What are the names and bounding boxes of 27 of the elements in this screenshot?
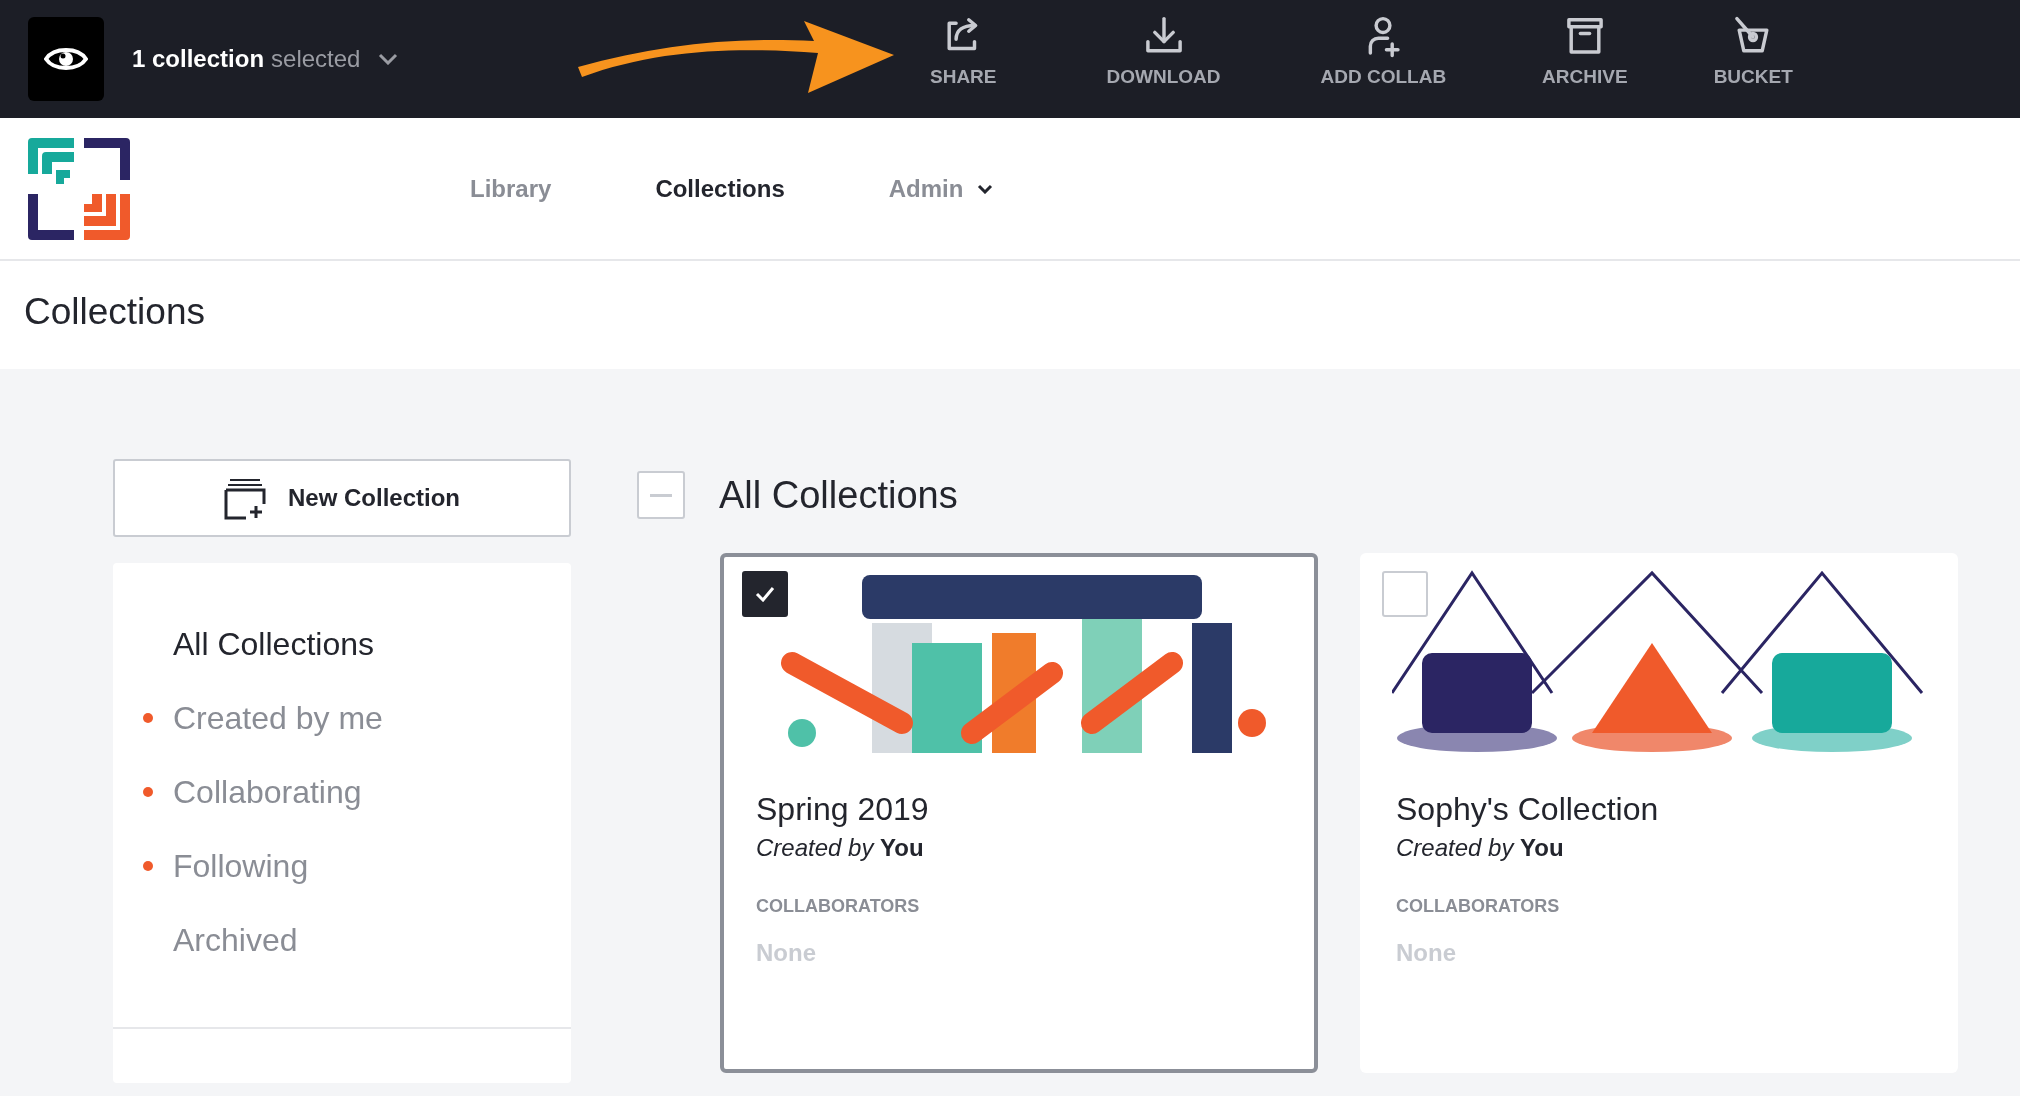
created-by-text: Created by You <box>1396 834 1565 862</box>
logo-icon[interactable] <box>28 137 130 240</box>
page-title: Collections <box>24 291 206 333</box>
new-collection-icon <box>224 476 266 520</box>
chevron-down-icon[interactable] <box>378 53 399 65</box>
selection-count: 1 collection <box>132 45 265 73</box>
chevron-down-icon <box>977 183 994 194</box>
collaborators-label: COLLABORATORS <box>1396 896 1561 917</box>
created-by-text: Created by You <box>756 834 925 862</box>
nav-tab[interactable]: Collections <box>655 174 785 203</box>
section-title: All Collections <box>719 473 958 517</box>
new-collection-button[interactable]: New Collection <box>113 459 571 537</box>
add-collab-button[interactable]: ADD COLLAB <box>1320 14 1447 88</box>
card-checkbox[interactable] <box>742 571 788 617</box>
collection-title: Spring 2019 <box>756 791 930 828</box>
sidebar-item[interactable]: All Collections <box>113 607 571 681</box>
download-button[interactable]: DOWNLOAD <box>1106 14 1221 88</box>
collection-title: Sophy's Collection <box>1396 791 1660 828</box>
bucket-button[interactable]: BUCKET <box>1713 14 1793 88</box>
eye-icon[interactable] <box>28 17 104 101</box>
check-icon <box>755 586 775 602</box>
collaborators-label: COLLABORATORS <box>756 896 921 917</box>
selection-suffix: selected <box>271 45 361 73</box>
select-all-checkbox[interactable] <box>637 471 685 519</box>
minus-icon <box>650 493 672 497</box>
share-button[interactable]: SHARE <box>930 14 997 88</box>
archive-button[interactable]: ARCHIVE <box>1542 14 1628 88</box>
